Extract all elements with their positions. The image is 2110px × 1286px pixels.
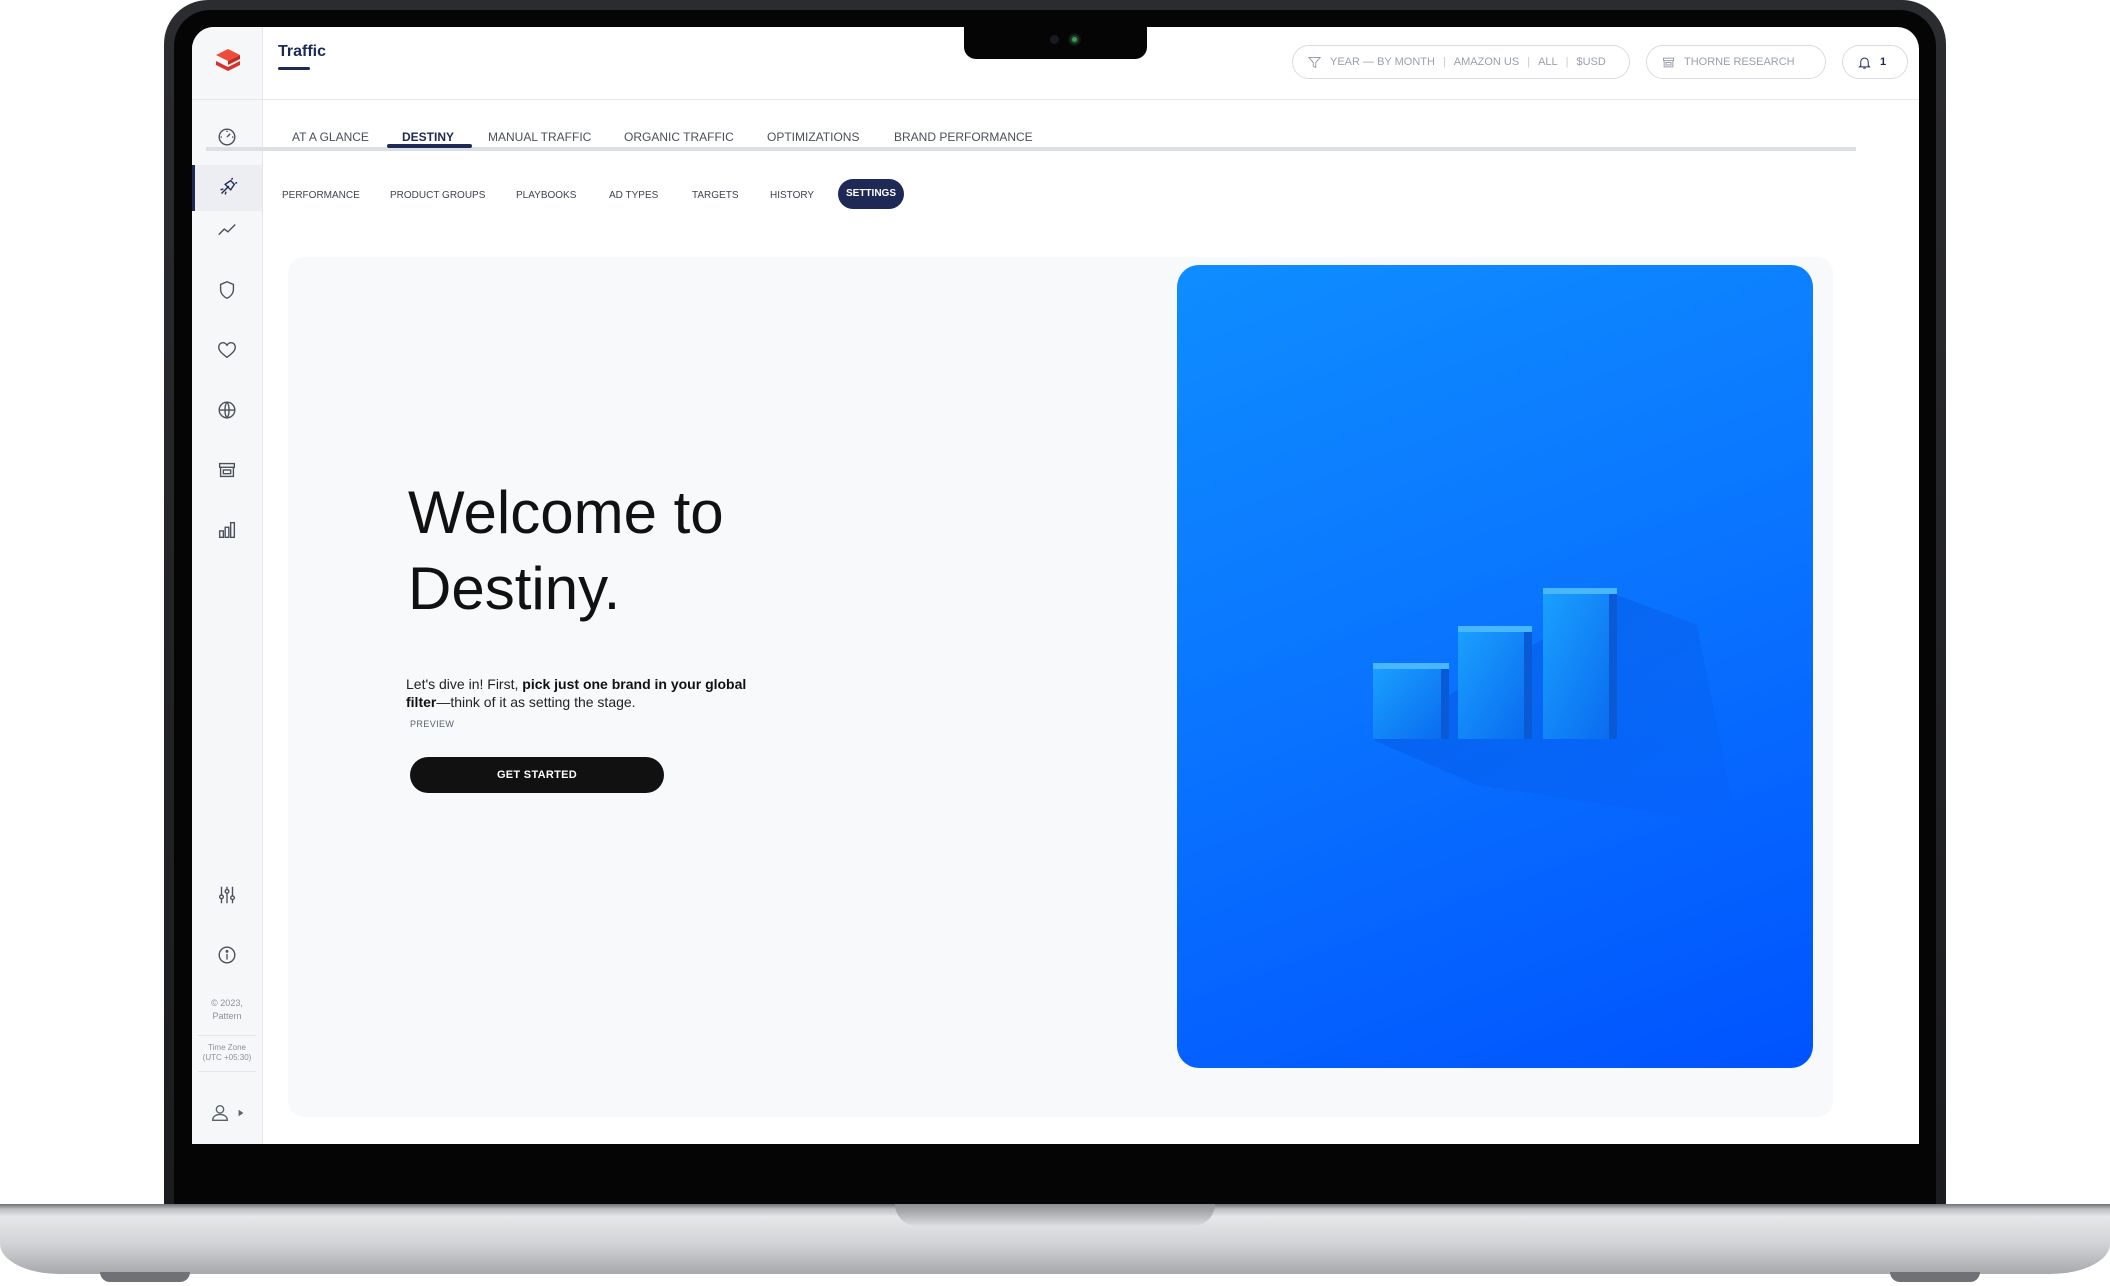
tab-manual-traffic[interactable]: MANUAL TRAFFIC	[488, 130, 591, 144]
selected-brand: THORNE RESEARCH	[1684, 56, 1795, 68]
caret-right-icon	[238, 1109, 244, 1117]
funnel-icon	[1307, 56, 1322, 68]
filter-currency: $USD	[1576, 56, 1606, 68]
subtab-playbooks[interactable]: PLAYBOOKS	[516, 190, 576, 201]
pattern-logo-icon[interactable]	[214, 47, 242, 75]
get-started-button[interactable]: GET STARTED	[410, 757, 664, 793]
tab-organic-traffic[interactable]: ORGANIC TRAFFIC	[624, 130, 734, 144]
tab-brand-performance[interactable]: BRAND PERFORMANCE	[894, 130, 1033, 144]
globe-icon[interactable]	[209, 392, 245, 428]
camera-notch	[964, 27, 1147, 59]
preview-link[interactable]: PREVIEW	[410, 719, 454, 729]
user-menu-button[interactable]	[202, 1101, 252, 1125]
store-icon[interactable]	[209, 452, 245, 488]
traffic-rocket-icon[interactable]	[192, 165, 262, 211]
timezone-label: Time Zone	[208, 1043, 246, 1052]
subtab-ad-types[interactable]: AD TYPES	[609, 190, 658, 201]
filter-period: YEAR — BY MONTH	[1330, 56, 1435, 68]
notifications-button[interactable]: 1	[1842, 45, 1908, 79]
laptop-foot-left	[100, 1272, 190, 1282]
store-icon	[1663, 57, 1674, 67]
sidebar: © 2023, Pattern Time Zone (UTC +05:30)	[192, 27, 263, 1144]
laptop-opening-groove	[895, 1204, 1215, 1226]
shield-icon[interactable]	[209, 272, 245, 308]
sidebar-divider	[198, 1071, 256, 1072]
timezone-info: Time Zone (UTC +05:30)	[192, 1043, 262, 1063]
hero-illustration	[1177, 265, 1813, 1068]
notifications-count: 1	[1880, 56, 1887, 68]
bar-chart-icon[interactable]	[209, 512, 245, 548]
heart-icon[interactable]	[209, 332, 245, 368]
desc-suffix: —think of it as setting the stage.	[436, 694, 636, 710]
welcome-heading-line1: Welcome to	[408, 479, 724, 546]
sidebar-divider	[198, 1035, 256, 1036]
active-tab-indicator	[387, 144, 472, 148]
info-icon[interactable]	[209, 937, 245, 973]
welcome-heading-line2: Destiny.	[408, 555, 621, 622]
trend-line-icon[interactable]	[209, 212, 245, 248]
welcome-heading: Welcome to Destiny.	[408, 475, 808, 627]
subtab-product-groups[interactable]: PRODUCT GROUPS	[390, 190, 485, 201]
camera-lens	[1070, 35, 1079, 44]
copyright-line2: Pattern	[212, 1011, 242, 1021]
desc-prefix: Let's dive in! First,	[406, 676, 523, 692]
copyright-line1: © 2023,	[211, 998, 243, 1008]
welcome-description: Let's dive in! First, pick just one bran…	[406, 675, 766, 711]
sliders-icon[interactable]	[209, 877, 245, 913]
laptop-foot-right	[1890, 1272, 1980, 1282]
camera-sensor	[1050, 35, 1059, 44]
subtab-targets[interactable]: TARGETS	[692, 190, 738, 201]
subtab-settings[interactable]: SETTINGS	[838, 179, 905, 209]
subtab-history[interactable]: HISTORY	[770, 190, 814, 201]
copyright-text: © 2023, Pattern	[192, 997, 262, 1023]
filter-scope: ALL	[1538, 56, 1558, 68]
tab-destiny[interactable]: DESTINY	[402, 130, 454, 144]
page-title: Traffic	[278, 43, 327, 60]
3d-bar-chart-graphic	[1373, 588, 1737, 825]
tab-optimizations[interactable]: OPTIMIZATIONS	[767, 130, 859, 144]
tab-at-a-glance[interactable]: AT A GLANCE	[292, 130, 369, 144]
user-icon	[211, 1104, 229, 1122]
laptop-screen: © 2023, Pattern Time Zone (UTC +05:30) T…	[192, 27, 1919, 1144]
page-title-underline	[278, 67, 310, 70]
subtab-performance[interactable]: PERFORMANCE	[282, 190, 360, 201]
brand-selector-button[interactable]: THORNE RESEARCH	[1646, 45, 1826, 79]
bell-icon	[1858, 57, 1871, 69]
global-filter-button[interactable]: YEAR — BY MONTH | AMAZON US | ALL | $USD	[1292, 45, 1630, 79]
filter-marketplace: AMAZON US	[1453, 56, 1520, 68]
timezone-value: (UTC +05:30)	[202, 1053, 252, 1062]
